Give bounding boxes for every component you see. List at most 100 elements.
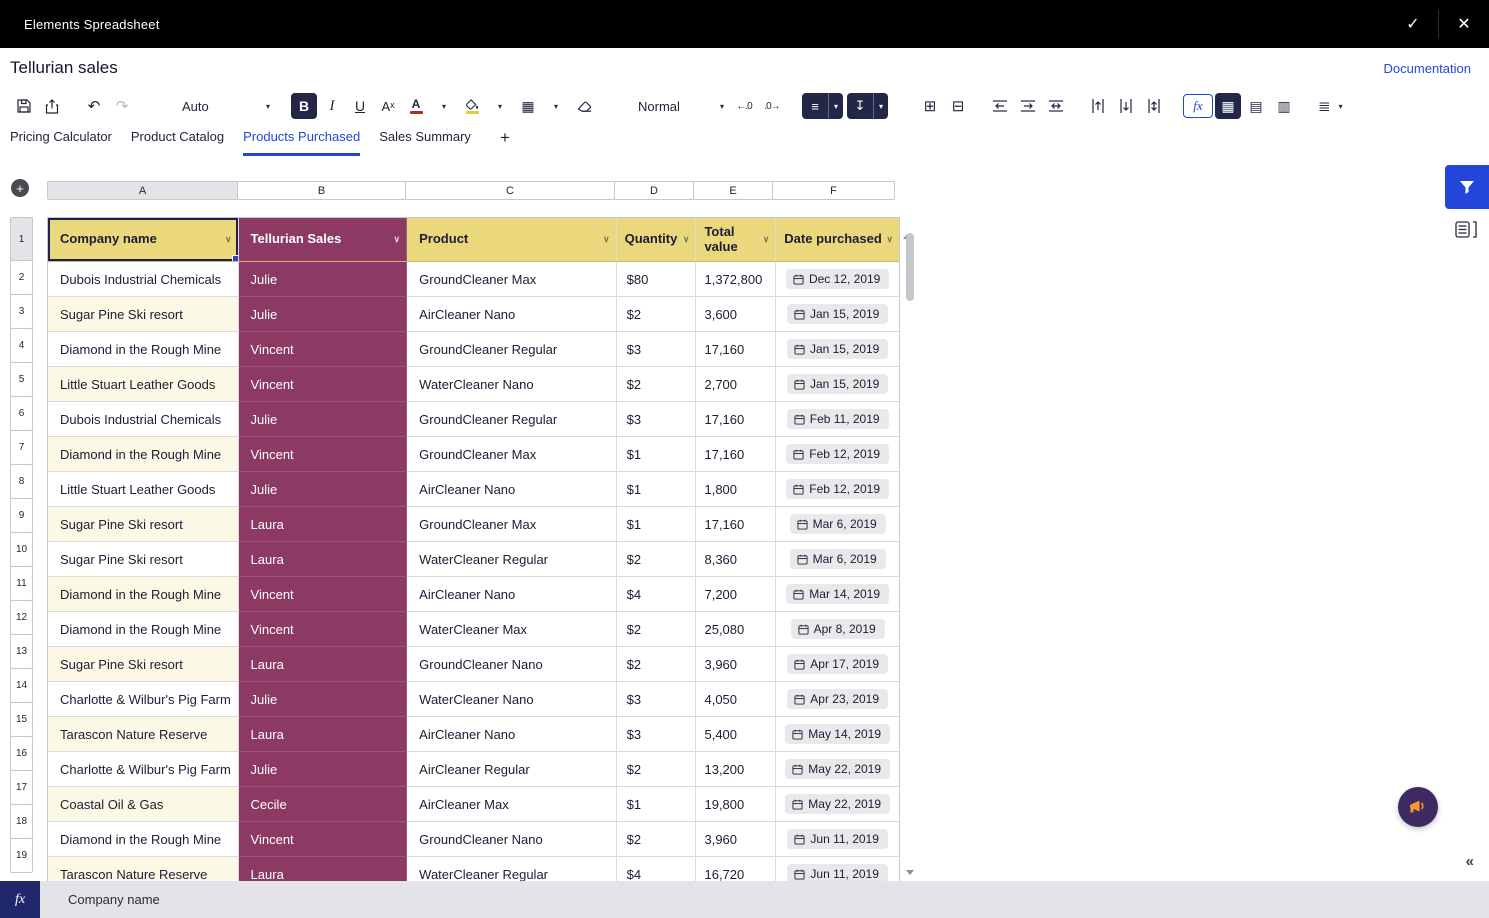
scroll-down-icon[interactable] [906, 870, 914, 875]
underline-button[interactable]: U [347, 93, 373, 119]
cell-date-purchased[interactable]: Dec 12, 2019 [776, 262, 899, 297]
horizontal-align-button[interactable]: ≡ ▾ [802, 93, 843, 119]
collapse-panel-button[interactable]: « [1466, 853, 1474, 870]
cell-product[interactable]: GroundCleaner Max [407, 437, 617, 472]
cell-tellurian-sales[interactable]: Julie [239, 262, 408, 297]
save-button[interactable] [11, 93, 37, 119]
table-banding-button[interactable]: ▥ [1271, 93, 1297, 119]
row-number-6[interactable]: 6 [10, 396, 33, 431]
decrease-decimal-button[interactable]: ←.0 [731, 93, 757, 119]
column-letter-A[interactable]: A [47, 181, 238, 200]
italic-button[interactable]: I [319, 93, 345, 119]
column-letter-E[interactable]: E [693, 181, 773, 200]
row-number-10[interactable]: 10 [10, 532, 33, 567]
cell-total-value[interactable]: 8,360 [696, 542, 776, 577]
header-filter-chevron-icon[interactable]: ∨ [886, 234, 893, 244]
header-cell-D[interactable]: Quantity∨ [617, 218, 697, 262]
cell-date-purchased[interactable]: Apr 23, 2019 [776, 682, 899, 717]
row-height-down-button[interactable] [1113, 93, 1139, 119]
cell-quantity[interactable]: $1 [617, 472, 697, 507]
cell-product[interactable]: WaterCleaner Nano [407, 367, 617, 402]
row-number-3[interactable]: 3 [10, 294, 33, 329]
date-chip[interactable]: Jun 11, 2019 [787, 829, 888, 849]
cell-tellurian-sales[interactable]: Julie [239, 297, 408, 332]
header-cell-C[interactable]: Product∨ [407, 218, 616, 262]
cell-company-name[interactable]: Dubois Industrial Chemicals [48, 262, 239, 297]
add-sheet-button[interactable]: + [500, 128, 510, 156]
tab-pricing-calculator[interactable]: Pricing Calculator [10, 129, 112, 156]
cell-product[interactable]: AirCleaner Regular [407, 752, 617, 787]
cell-quantity[interactable]: $80 [617, 262, 697, 297]
font-select[interactable]: Auto ▾ [176, 93, 276, 119]
cell-company-name[interactable]: Sugar Pine Ski resort [48, 542, 239, 577]
cell-quantity[interactable]: $3 [617, 717, 697, 752]
cell-date-purchased[interactable]: Jan 15, 2019 [776, 332, 899, 367]
header-filter-chevron-icon[interactable]: ∨ [763, 234, 770, 244]
cell-company-name[interactable]: Sugar Pine Ski resort [48, 647, 239, 682]
cell-company-name[interactable]: Diamond in the Rough Mine [48, 437, 239, 472]
date-chip[interactable]: Mar 14, 2019 [786, 584, 889, 604]
unmerge-cells-button[interactable]: ⊟ [945, 93, 971, 119]
cell-company-name[interactable]: Little Stuart Leather Goods [48, 367, 239, 402]
cell-quantity[interactable]: $4 [617, 577, 697, 612]
column-letter-D[interactable]: D [614, 181, 694, 200]
cell-date-purchased[interactable]: Feb 12, 2019 [776, 472, 899, 507]
cell-date-purchased[interactable]: Mar 6, 2019 [776, 507, 899, 542]
cell-tellurian-sales[interactable]: Julie [239, 752, 408, 787]
cell-product[interactable]: GroundCleaner Regular [407, 332, 617, 367]
cell-quantity[interactable]: $2 [617, 542, 697, 577]
cell-company-name[interactable]: Sugar Pine Ski resort [48, 297, 239, 332]
cell-total-value[interactable]: 1,800 [696, 472, 776, 507]
row-number-18[interactable]: 18 [10, 804, 33, 839]
row-number-5[interactable]: 5 [10, 362, 33, 397]
cell-total-value[interactable]: 1,372,800 [696, 262, 776, 297]
increase-decimal-button[interactable]: .0→ [759, 93, 785, 119]
confirm-check-icon[interactable]: ✓ [1388, 0, 1438, 48]
outdent-button[interactable] [987, 93, 1013, 119]
indent-remove-button[interactable] [1043, 93, 1069, 119]
cell-tellurian-sales[interactable]: Laura [239, 857, 408, 881]
cell-total-value[interactable]: 25,080 [696, 612, 776, 647]
fill-color-button[interactable] [459, 93, 485, 119]
cell-company-name[interactable]: Little Stuart Leather Goods [48, 472, 239, 507]
cell-date-purchased[interactable]: May 22, 2019 [776, 752, 899, 787]
cell-product[interactable]: WaterCleaner Regular [407, 857, 617, 881]
formula-button[interactable]: fx [1183, 94, 1213, 118]
cell-total-value[interactable]: 17,160 [696, 437, 776, 472]
cell-date-purchased[interactable]: Jan 15, 2019 [776, 297, 899, 332]
fields-panel-button[interactable] [1453, 218, 1479, 240]
scrollbar-thumb[interactable] [906, 233, 914, 301]
share-button[interactable] [39, 93, 65, 119]
row-number-7[interactable]: 7 [10, 430, 33, 465]
cell-total-value[interactable]: 3,960 [696, 822, 776, 857]
cell-tellurian-sales[interactable]: Julie [239, 682, 408, 717]
documentation-link[interactable]: Documentation [1384, 61, 1471, 76]
cell-product[interactable]: AirCleaner Nano [407, 297, 617, 332]
cell-date-purchased[interactable]: Apr 8, 2019 [776, 612, 899, 647]
header-cell-F[interactable]: Date purchased∨ [776, 218, 899, 262]
superscript-button[interactable]: Aˣ [375, 93, 401, 119]
cell-quantity[interactable]: $3 [617, 682, 697, 717]
row-number-12[interactable]: 12 [10, 600, 33, 635]
add-column-button[interactable]: + [11, 179, 29, 197]
cell-product[interactable]: GroundCleaner Nano [407, 822, 617, 857]
redo-button[interactable]: ↷ [109, 93, 135, 119]
date-chip[interactable]: Apr 8, 2019 [791, 619, 885, 639]
cell-company-name[interactable]: Dubois Industrial Chemicals [48, 402, 239, 437]
header-cell-A[interactable]: Company name∨ [48, 218, 239, 262]
header-filter-chevron-icon[interactable]: ∨ [683, 234, 690, 244]
row-number-17[interactable]: 17 [10, 770, 33, 805]
row-number-2[interactable]: 2 [10, 260, 33, 295]
row-number-19[interactable]: 19 [10, 838, 33, 873]
cell-tellurian-sales[interactable]: Vincent [239, 612, 408, 647]
cell-quantity[interactable]: $2 [617, 752, 697, 787]
text-rotate-button[interactable] [1141, 93, 1167, 119]
date-chip[interactable]: Feb 11, 2019 [787, 409, 889, 429]
cell-company-name[interactable]: Coastal Oil & Gas [48, 787, 239, 822]
cell-company-name[interactable]: Diamond in the Rough Mine [48, 822, 239, 857]
row-number-13[interactable]: 13 [10, 634, 33, 669]
cell-company-name[interactable]: Charlotte & Wilbur's Pig Farm [48, 682, 239, 717]
cell-quantity[interactable]: $3 [617, 332, 697, 367]
date-chip[interactable]: Jan 15, 2019 [787, 339, 888, 359]
formula-bar-value[interactable]: Company name [68, 892, 160, 907]
